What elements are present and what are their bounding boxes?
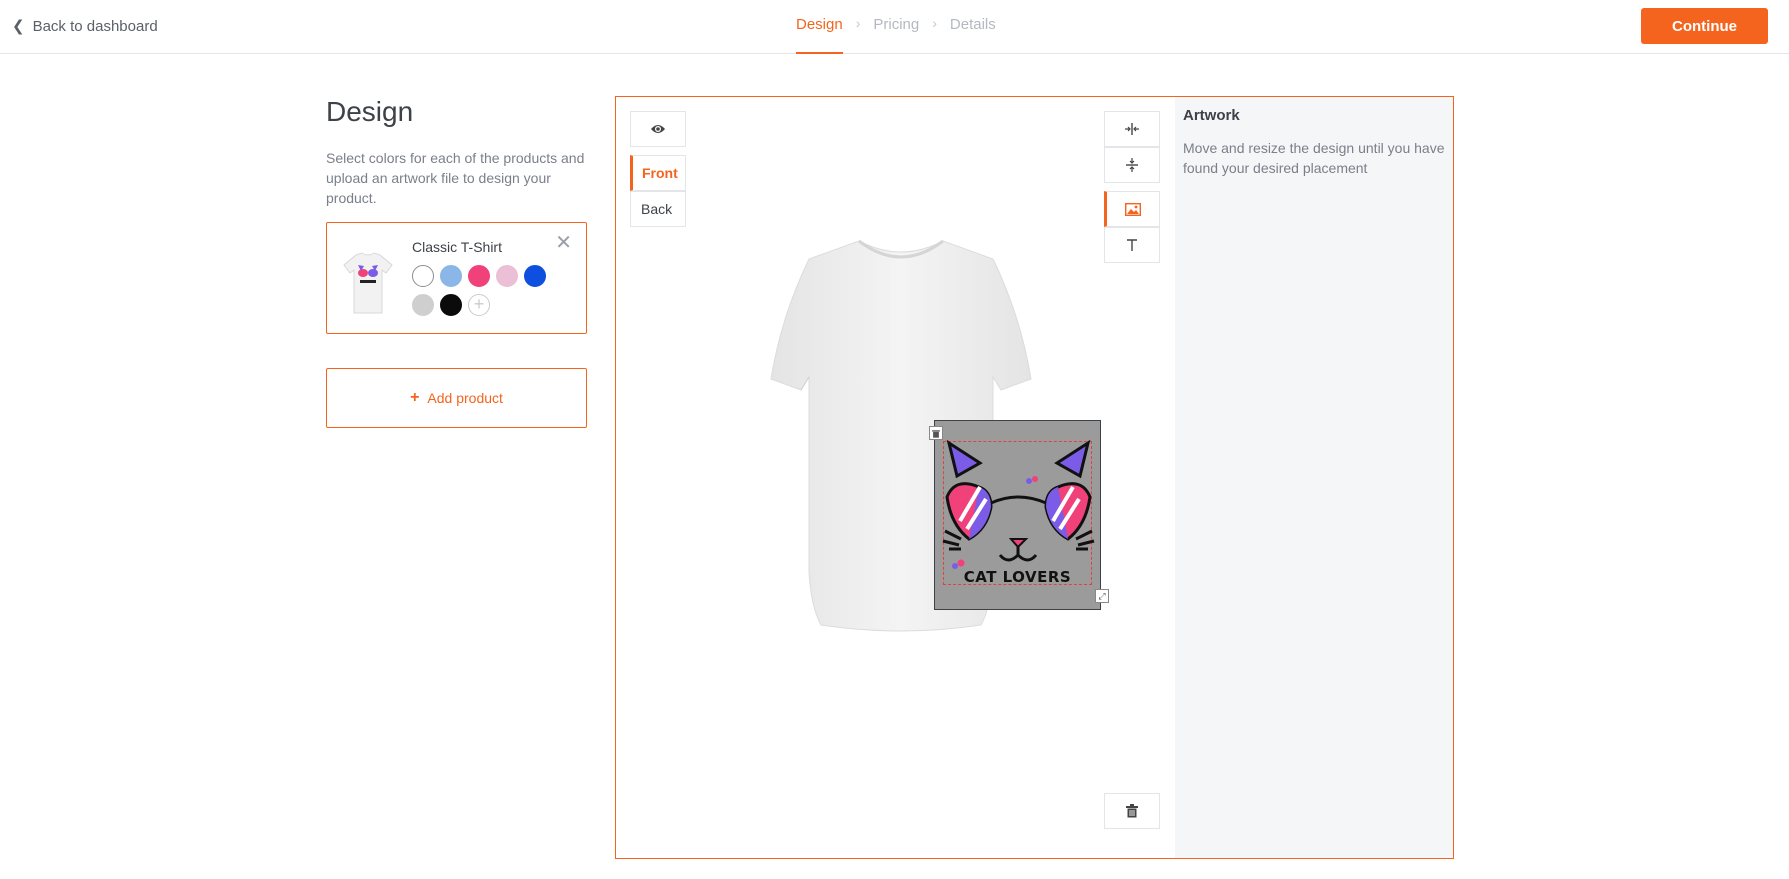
eye-icon <box>651 125 665 133</box>
color-swatch[interactable] <box>440 265 462 287</box>
product-card[interactable]: Classic T-Shirt ✕ + <box>326 222 587 334</box>
close-icon[interactable]: ✕ <box>555 233 572 253</box>
panel-description: Move and resize the design until you hav… <box>1183 140 1445 176</box>
add-product-button[interactable]: + Add product <box>326 368 587 428</box>
artwork-layer[interactable]: CAT LOVERS ⤢ <box>929 420 1109 610</box>
color-swatch[interactable] <box>440 294 462 316</box>
center-vertical-button[interactable] <box>1104 147 1160 183</box>
page-description: Select colors for each of the products a… <box>326 150 585 206</box>
product-thumbnail <box>343 252 393 314</box>
align-vertical-center-icon <box>1126 158 1138 172</box>
color-swatch[interactable] <box>496 265 518 287</box>
panel-title: Artwork <box>1183 107 1240 124</box>
alignment-tools <box>1104 111 1160 263</box>
add-color-button[interactable]: + <box>468 294 490 316</box>
color-swatches: + <box>412 265 552 316</box>
resize-handle[interactable]: ⤢ <box>1095 589 1109 603</box>
text-tool-button[interactable] <box>1104 227 1160 263</box>
top-bar: ❮ Back to dashboard Design › Pricing › D… <box>0 0 1789 54</box>
back-link-label: Back to dashboard <box>32 17 158 35</box>
plus-icon: + <box>410 389 420 406</box>
delete-button[interactable] <box>1104 793 1160 829</box>
step-nav: Design › Pricing › Details <box>796 0 996 54</box>
tab-front[interactable]: Front <box>630 155 686 191</box>
color-swatch[interactable] <box>524 265 546 287</box>
continue-button[interactable]: Continue <box>1641 8 1768 44</box>
view-controls: Front Back <box>630 111 686 227</box>
chevron-right-icon: › <box>932 15 937 31</box>
design-canvas[interactable]: CAT LOVERS ⤢ <box>731 227 1109 652</box>
artwork-panel: Artwork Move and resize the design until… <box>1175 97 1453 858</box>
product-name: Classic T-Shirt <box>412 239 502 255</box>
color-swatch[interactable] <box>412 265 434 287</box>
color-swatch[interactable] <box>468 265 490 287</box>
preview-button[interactable] <box>630 111 686 147</box>
design-editor: Front Back CAT LOVERS ⤢ Artwork Move and… <box>615 96 1454 859</box>
artwork-text: CAT LOVERS <box>963 568 1072 586</box>
color-swatch[interactable] <box>412 294 434 316</box>
resize-icon: ⤢ <box>1098 590 1106 601</box>
text-icon <box>1127 238 1137 251</box>
page-title: Design <box>326 96 414 127</box>
chevron-right-icon: › <box>855 15 861 31</box>
artwork-tool-button[interactable] <box>1104 191 1160 227</box>
design-sidebar: Design Select colors for each of the pro… <box>326 96 587 428</box>
step-design[interactable]: Design <box>796 0 843 54</box>
add-product-label: Add product <box>427 390 503 406</box>
trash-icon <box>1126 804 1138 818</box>
tab-back[interactable]: Back <box>630 191 686 227</box>
center-horizontal-button[interactable] <box>1104 111 1160 147</box>
image-icon <box>1125 202 1141 216</box>
step-details[interactable]: Details <box>950 0 996 54</box>
step-pricing[interactable]: Pricing <box>873 0 919 54</box>
back-to-dashboard-link[interactable]: ❮ Back to dashboard <box>12 17 158 36</box>
chevron-left-icon: ❮ <box>12 18 25 35</box>
align-horizontal-center-icon <box>1125 123 1139 135</box>
